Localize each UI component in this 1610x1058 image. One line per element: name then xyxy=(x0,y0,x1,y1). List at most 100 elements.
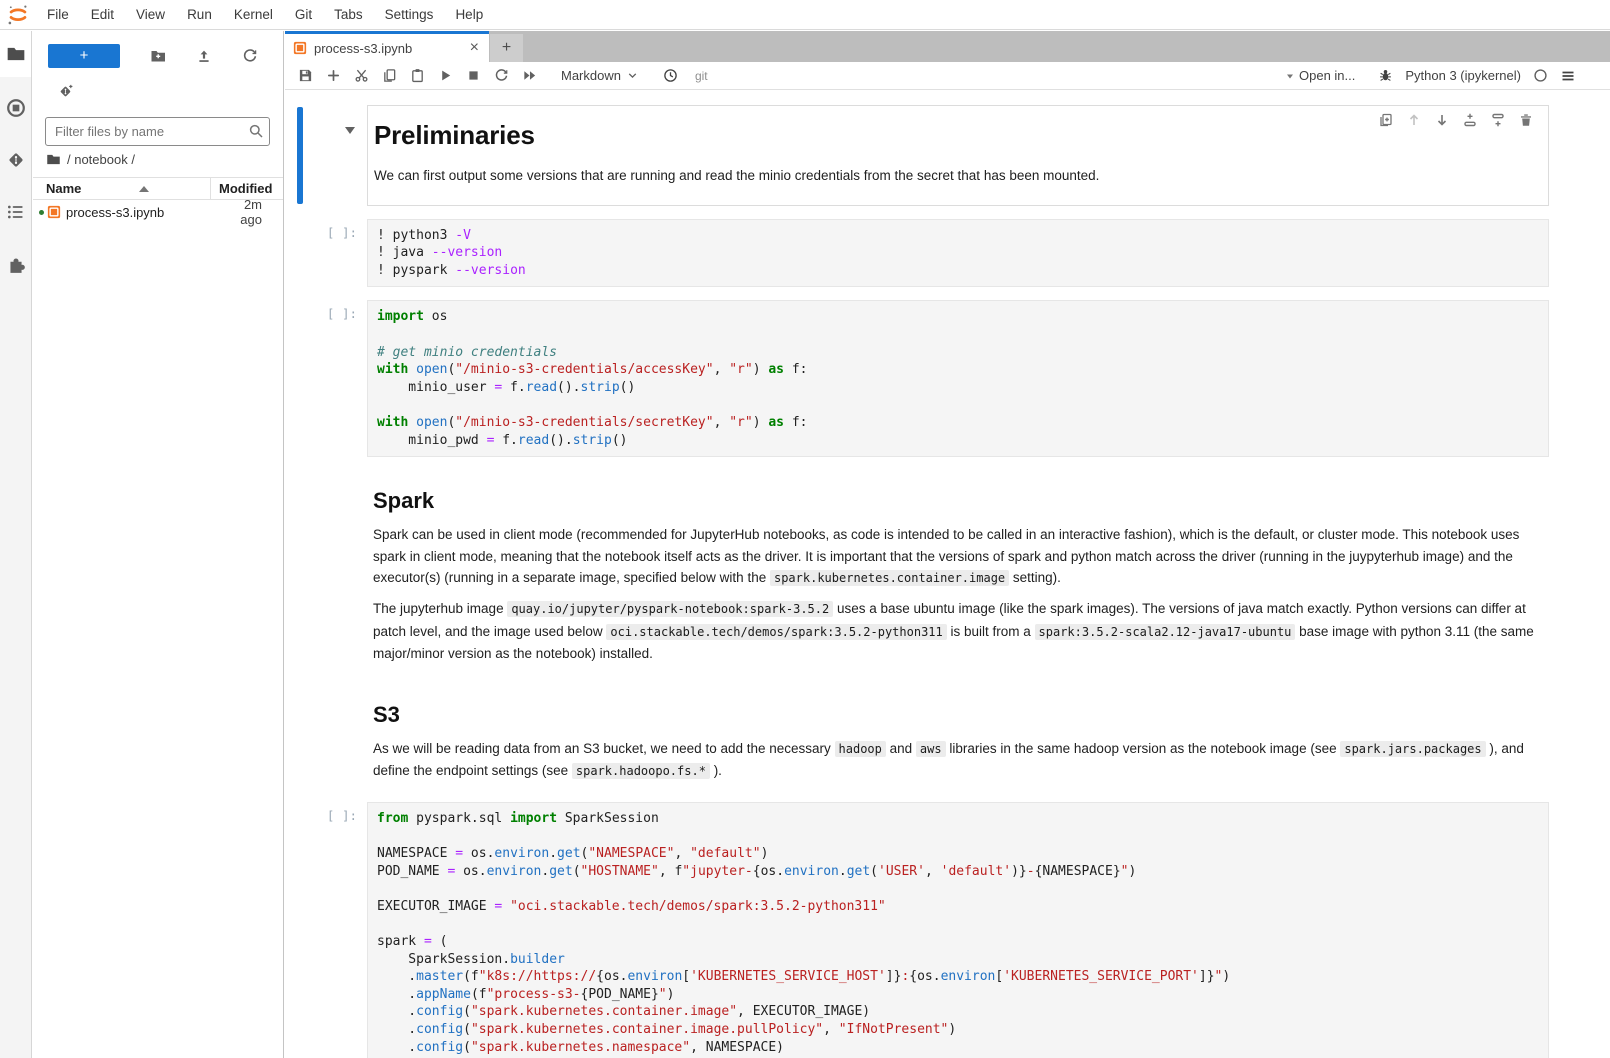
toolbar-menu-icon[interactable] xyxy=(1560,68,1576,84)
insert-below-button[interactable] xyxy=(1484,110,1512,130)
markdown-paragraph: Spark can be used in client mode (recomm… xyxy=(373,524,1539,590)
breadcrumb[interactable]: / notebook / xyxy=(46,152,135,167)
code-cell[interactable]: [ ]:! python3 -V! java --version! pyspar… xyxy=(285,219,1610,288)
markdown-paragraph: As we will be reading data from an S3 bu… xyxy=(373,738,1539,783)
kernel-status-icon[interactable] xyxy=(1533,68,1548,83)
toolbar-right: Open in... Python 3 (ipykernel) xyxy=(1285,64,1576,88)
delete-cell-button[interactable] xyxy=(1512,110,1540,130)
markdown-body[interactable]: Spark Spark can be used in client mode (r… xyxy=(367,470,1549,671)
code-cell[interactable]: [ ]:import os # get minio credentialswit… xyxy=(285,300,1610,457)
file-modified: 2m ago xyxy=(221,197,283,227)
git-toolbar-label: git xyxy=(695,69,708,83)
markdown-body[interactable]: S3As we will be reading data from an S3 … xyxy=(367,684,1549,789)
menu-bar: File Edit View Run Kernel Git Tabs Setti… xyxy=(0,0,1610,30)
menu-item-run[interactable]: Run xyxy=(176,0,223,30)
search-icon xyxy=(248,123,264,139)
inline-code: quay.io/jupyter/pyspark-notebook:spark-3… xyxy=(507,601,833,617)
heading-collapse-icon[interactable] xyxy=(345,127,355,134)
cell-toolbar xyxy=(1368,108,1544,132)
markdown-heading: Spark xyxy=(373,488,1539,514)
notebook-toolbar: Markdown git Open in... Python 3 (ipyker… xyxy=(285,62,1610,90)
copy-button[interactable] xyxy=(375,64,403,88)
code-editor[interactable]: ! python3 -V! java --version! pyspark --… xyxy=(367,219,1549,288)
tab-bar: process-s3.ipynb × + xyxy=(285,31,1610,62)
save-button[interactable] xyxy=(291,64,319,88)
markdown-cell[interactable]: Spark Spark can be used in client mode (r… xyxy=(285,470,1610,671)
file-browser-icon[interactable] xyxy=(6,44,26,64)
active-cell-collapser[interactable] xyxy=(297,107,303,204)
duplicate-cell-button[interactable] xyxy=(1372,110,1400,130)
filter-files-input[interactable] xyxy=(45,117,270,146)
git-sidebar-icon[interactable] xyxy=(6,150,26,170)
stop-button[interactable] xyxy=(459,64,487,88)
markdown-cell[interactable]: S3As we will be reading data from an S3 … xyxy=(285,684,1610,789)
menu-item-tabs[interactable]: Tabs xyxy=(323,0,374,30)
file-row[interactable]: process-s3.ipynb 2m ago xyxy=(33,200,283,224)
history-clock-icon[interactable] xyxy=(657,64,685,88)
markdown-paragraph: We can first output some versions that a… xyxy=(374,165,1538,187)
notebook-file-icon xyxy=(293,41,307,55)
main-dock-panel: process-s3.ipynb × + xyxy=(285,31,1610,1058)
cut-button[interactable] xyxy=(347,64,375,88)
insert-above-button[interactable] xyxy=(1456,110,1484,130)
inline-code: spark.jars.packages xyxy=(1340,741,1485,757)
markdown-heading: Preliminaries xyxy=(374,120,1538,151)
menu-item-edit[interactable]: Edit xyxy=(80,0,125,30)
menu-item-file[interactable]: File xyxy=(36,0,80,30)
open-in-dropdown[interactable]: Open in... xyxy=(1285,68,1355,83)
inline-code: aws xyxy=(916,741,946,757)
column-header-name[interactable]: Name xyxy=(33,181,210,196)
new-folder-button[interactable] xyxy=(150,48,166,64)
notebook-content[interactable]: Preliminaries We can first output some ve… xyxy=(285,91,1610,1058)
close-tab-icon[interactable]: × xyxy=(468,40,481,56)
cell-prompt xyxy=(285,470,367,671)
open-in-label: Open in... xyxy=(1299,68,1355,83)
markdown-cell[interactable]: Preliminaries We can first output some ve… xyxy=(285,105,1610,206)
new-launcher-button[interactable]: + xyxy=(48,44,120,68)
cell-type-dropdown[interactable]: Markdown xyxy=(561,68,639,83)
file-browser-panel: + / notebook / Name Modified process-s3.… xyxy=(33,31,284,1058)
cell-prompt: [ ]: xyxy=(285,219,367,288)
move-down-button[interactable] xyxy=(1428,110,1456,130)
markdown-paragraph: The jupyterhub image quay.io/jupyter/pys… xyxy=(373,598,1539,665)
inline-code: spark:3.5.2-scala2.12-java17-ubuntu xyxy=(1035,624,1296,640)
menu-item-view[interactable]: View xyxy=(125,0,176,30)
new-tab-button[interactable]: + xyxy=(490,34,523,62)
code-cell[interactable]: [ ]:from pyspark.sql import SparkSession… xyxy=(285,802,1610,1058)
code-editor[interactable]: import os # get minio credentialswith op… xyxy=(367,300,1549,457)
menu-item-kernel[interactable]: Kernel xyxy=(223,0,284,30)
caret-down-icon xyxy=(1285,71,1295,81)
inline-code: spark.kubernetes.container.image xyxy=(770,570,1009,586)
column-header-modified[interactable]: Modified xyxy=(210,178,283,199)
debugger-bug-icon[interactable] xyxy=(1371,64,1399,88)
extension-manager-icon[interactable] xyxy=(6,254,26,274)
cell-type-value: Markdown xyxy=(561,68,621,83)
filter-files-box xyxy=(45,117,270,146)
restart-kernel-button[interactable] xyxy=(487,64,515,88)
refresh-button[interactable] xyxy=(242,48,258,64)
restart-run-all-button[interactable] xyxy=(515,64,543,88)
file-name[interactable]: process-s3.ipynb xyxy=(66,205,221,220)
menu-item-git[interactable]: Git xyxy=(284,0,323,30)
home-folder-icon xyxy=(46,152,61,167)
running-kernels-icon[interactable] xyxy=(6,98,26,118)
menu-item-help[interactable]: Help xyxy=(444,0,494,30)
file-browser-toolbar: + xyxy=(33,43,283,69)
breadcrumb-path[interactable]: / notebook / xyxy=(67,152,135,167)
table-of-contents-icon[interactable] xyxy=(6,202,26,222)
code-editor[interactable]: from pyspark.sql import SparkSession NAM… xyxy=(367,802,1549,1058)
menu-item-settings[interactable]: Settings xyxy=(374,0,445,30)
cell-list: Preliminaries We can first output some ve… xyxy=(285,91,1610,1058)
git-clone-button[interactable] xyxy=(57,83,74,103)
insert-cell-button[interactable] xyxy=(319,64,347,88)
tab-label[interactable]: process-s3.ipynb xyxy=(314,41,468,56)
tab-process-s3[interactable]: process-s3.ipynb × xyxy=(285,31,489,62)
cell-prompt xyxy=(285,684,367,789)
notebook-file-icon xyxy=(47,205,61,219)
move-up-button[interactable] xyxy=(1400,110,1428,130)
run-button[interactable] xyxy=(431,64,459,88)
kernel-running-dot xyxy=(39,210,44,215)
kernel-name[interactable]: Python 3 (ipykernel) xyxy=(1405,68,1521,83)
paste-button[interactable] xyxy=(403,64,431,88)
upload-button[interactable] xyxy=(196,48,212,64)
